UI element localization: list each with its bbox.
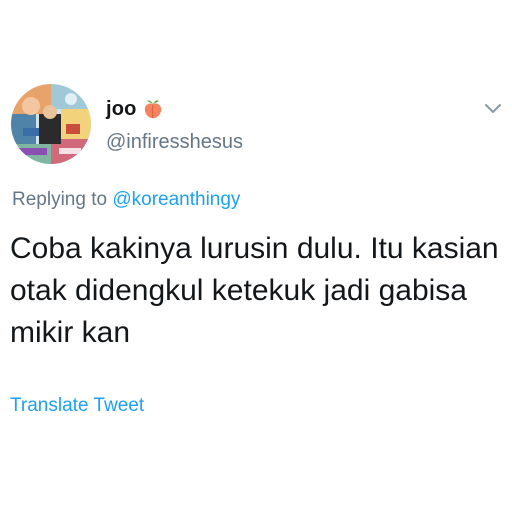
chevron-down-icon[interactable]	[482, 100, 504, 118]
reply-mention-link[interactable]: @koreanthingy	[112, 189, 240, 210]
display-name[interactable]: joo	[106, 98, 137, 121]
user-handle[interactable]: @infiresshesus	[106, 131, 243, 154]
peach-icon	[142, 98, 164, 120]
avatar[interactable]	[11, 84, 91, 164]
replying-to-label: Replying to	[12, 189, 113, 210]
translate-tweet-link[interactable]: Translate Tweet	[10, 395, 144, 417]
name-row: joo	[106, 96, 164, 122]
avatar-collage-image	[11, 84, 91, 164]
replying-to: Replying to @koreanthingy	[12, 189, 240, 211]
tweet-text: Coba kakinya lurusin dulu. Itu kasian ot…	[10, 232, 499, 349]
tweet-card: joo @infiresshesus Replying to @koreanth…	[0, 0, 512, 512]
